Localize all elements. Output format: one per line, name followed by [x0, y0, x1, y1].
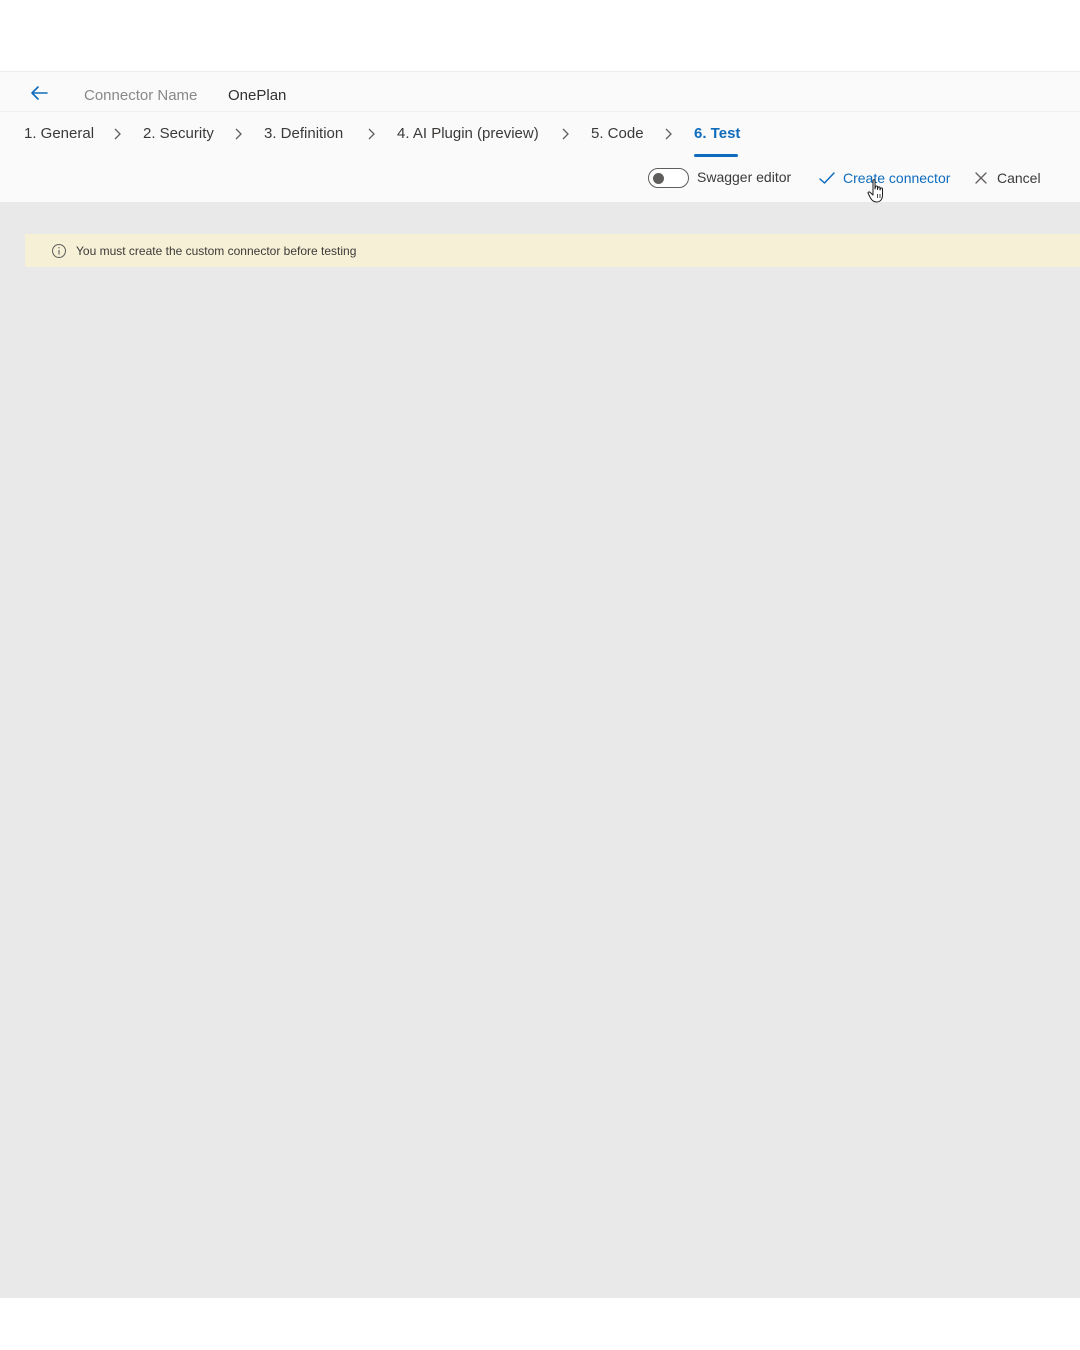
connector-name-label: Connector Name: [84, 87, 198, 104]
tab-code[interactable]: 5. Code: [591, 125, 644, 142]
tab-general[interactable]: 1. General: [24, 125, 94, 142]
screenshot: Connector Name OnePlan 1. General 2. Sec…: [0, 0, 1080, 1350]
checkmark-icon: [819, 172, 835, 184]
active-tab-indicator: [694, 154, 738, 157]
chevron-right-icon: [368, 128, 375, 140]
swagger-editor-label: Swagger editor: [697, 169, 792, 185]
header-bar: Connector Name OnePlan: [0, 72, 1080, 112]
tab-security[interactable]: 2. Security: [143, 125, 214, 142]
create-connector-label: Create connector: [843, 170, 951, 186]
steps-bar: 1. General 2. Security 3. Definition 4. …: [0, 112, 1080, 202]
close-icon: [975, 172, 987, 184]
warning-banner: You must create the custom connector bef…: [25, 234, 1080, 267]
swagger-editor-toggle[interactable]: [648, 168, 689, 188]
cancel-label: Cancel: [997, 170, 1041, 186]
cancel-button[interactable]: Cancel: [974, 168, 1041, 188]
info-icon: [52, 243, 66, 258]
connector-name-value[interactable]: OnePlan: [228, 87, 286, 104]
chevron-right-icon: [235, 128, 242, 140]
connector-editor: Connector Name OnePlan 1. General 2. Sec…: [0, 71, 1080, 1298]
chevron-right-icon: [114, 128, 121, 140]
toolbar: Swagger editor Create connector Cancel: [0, 168, 1080, 202]
tab-ai-plugin[interactable]: 4. AI Plugin (preview): [397, 125, 539, 142]
chevron-right-icon: [562, 128, 569, 140]
tab-definition[interactable]: 3. Definition: [264, 125, 343, 142]
tab-test[interactable]: 6. Test: [694, 125, 740, 142]
arrow-left-icon[interactable]: [28, 82, 50, 104]
warning-message: You must create the custom connector bef…: [76, 243, 357, 258]
chevron-right-icon: [665, 128, 672, 140]
test-panel: You must create the custom connector bef…: [0, 202, 1080, 1298]
create-connector-button[interactable]: Create connector: [818, 168, 950, 188]
toggle-knob: [653, 172, 664, 184]
